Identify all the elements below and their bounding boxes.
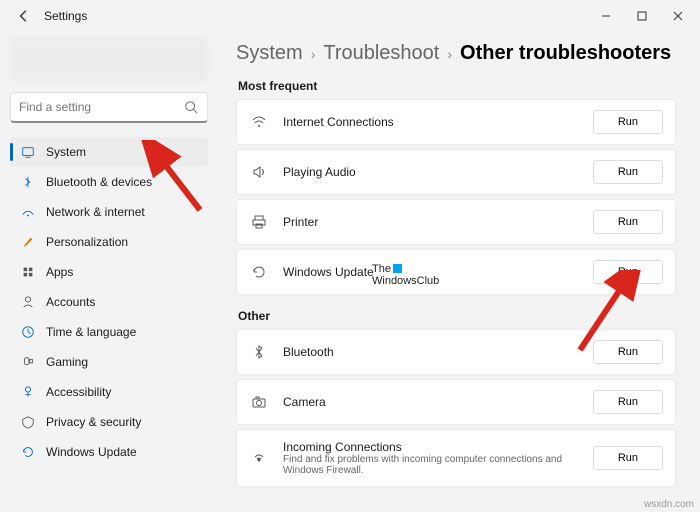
troubleshooter-label: Bluetooth (283, 345, 579, 359)
sidebar-item-accounts[interactable]: Accounts (10, 287, 208, 317)
settings-window: Settings System Bluetooth & devices Networ… (0, 0, 700, 512)
troubleshooter-card: Bluetooth Run (236, 329, 676, 375)
troubleshooter-card: Windows Update Run (236, 249, 676, 295)
sidebar: System Bluetooth & devices Network & inter… (0, 32, 218, 512)
maximize-button[interactable] (624, 2, 660, 30)
troubleshooter-card: Playing Audio Run (236, 149, 676, 195)
run-button[interactable]: Run (593, 160, 663, 184)
troubleshooter-label: Camera (283, 395, 579, 409)
troubleshooter-icon (249, 262, 269, 282)
sidebar-item-bluetooth-devices[interactable]: Bluetooth & devices (10, 167, 208, 197)
troubleshooter-icon (249, 342, 269, 362)
nav-icon (20, 204, 36, 220)
nav-icon (20, 324, 36, 340)
section-other: Other (238, 309, 676, 323)
sidebar-item-personalization[interactable]: Personalization (10, 227, 208, 257)
sidebar-item-label: Network & internet (46, 205, 145, 219)
troubleshooter-label: Printer (283, 215, 579, 229)
sidebar-item-label: Privacy & security (46, 415, 141, 429)
crumb-system[interactable]: System (236, 42, 303, 65)
troubleshooter-sub: Find and fix problems with incoming comp… (283, 454, 579, 476)
section-most-frequent: Most frequent (238, 79, 676, 93)
troubleshooter-icon (249, 212, 269, 232)
run-button[interactable]: Run (593, 210, 663, 234)
breadcrumb: System › Troubleshoot › Other troublesho… (236, 42, 676, 65)
sidebar-item-label: Windows Update (46, 445, 137, 459)
search-icon (183, 99, 199, 115)
sidebar-item-network-internet[interactable]: Network & internet (10, 197, 208, 227)
profile-card[interactable] (10, 36, 208, 82)
troubleshooter-card: Printer Run (236, 199, 676, 245)
sidebar-item-label: Bluetooth & devices (46, 175, 152, 189)
run-button[interactable]: Run (593, 446, 663, 470)
sidebar-item-accessibility[interactable]: Accessibility (10, 377, 208, 407)
main-panel: System › Troubleshoot › Other troublesho… (218, 32, 700, 512)
troubleshooter-label: Internet Connections (283, 115, 579, 129)
chevron-right-icon: › (447, 46, 452, 62)
troubleshooter-icon (249, 392, 269, 412)
back-button[interactable] (14, 6, 34, 26)
nav-icon (20, 444, 36, 460)
sidebar-item-label: System (46, 145, 86, 159)
troubleshooter-icon (249, 112, 269, 132)
nav-icon (20, 294, 36, 310)
sidebar-item-windows-update[interactable]: Windows Update (10, 437, 208, 467)
nav-icon (20, 414, 36, 430)
sidebar-item-system[interactable]: System (10, 137, 208, 167)
crumb-current: Other troubleshooters (460, 42, 671, 65)
run-button[interactable]: Run (593, 390, 663, 414)
nav-icon (20, 174, 36, 190)
nav-icon (20, 354, 36, 370)
window-controls (588, 2, 696, 30)
troubleshooter-card: Internet Connections Run (236, 99, 676, 145)
titlebar: Settings (0, 0, 700, 32)
troubleshooter-label: Playing Audio (283, 165, 579, 179)
nav-icon (20, 234, 36, 250)
run-button[interactable]: Run (593, 110, 663, 134)
nav-icon (20, 384, 36, 400)
run-button[interactable]: Run (593, 340, 663, 364)
sidebar-item-apps[interactable]: Apps (10, 257, 208, 287)
nav-icon (20, 264, 36, 280)
minimize-button[interactable] (588, 2, 624, 30)
sidebar-item-gaming[interactable]: Gaming (10, 347, 208, 377)
troubleshooter-label: Windows Update (283, 265, 579, 279)
sidebar-item-privacy-security[interactable]: Privacy & security (10, 407, 208, 437)
sidebar-item-time-language[interactable]: Time & language (10, 317, 208, 347)
troubleshooter-icon (249, 448, 269, 468)
search-input[interactable] (19, 100, 183, 114)
sidebar-item-label: Gaming (46, 355, 88, 369)
footer-watermark: wsxdn.com (644, 499, 694, 510)
close-button[interactable] (660, 2, 696, 30)
search-box[interactable] (10, 92, 208, 123)
sidebar-item-label: Accounts (46, 295, 95, 309)
run-button[interactable]: Run (593, 260, 663, 284)
troubleshooter-label: Incoming ConnectionsFind and fix problem… (283, 440, 579, 476)
sidebar-item-label: Time & language (46, 325, 136, 339)
troubleshooter-icon (249, 162, 269, 182)
sidebar-item-label: Accessibility (46, 385, 111, 399)
chevron-right-icon: › (311, 46, 316, 62)
content: System Bluetooth & devices Network & inter… (0, 32, 700, 512)
crumb-troubleshoot[interactable]: Troubleshoot (323, 42, 439, 65)
sidebar-item-label: Apps (46, 265, 73, 279)
nav-icon (20, 144, 36, 160)
troubleshooter-card: Incoming ConnectionsFind and fix problem… (236, 429, 676, 487)
sidebar-item-label: Personalization (46, 235, 128, 249)
troubleshooter-card: Camera Run (236, 379, 676, 425)
window-title: Settings (44, 9, 588, 23)
